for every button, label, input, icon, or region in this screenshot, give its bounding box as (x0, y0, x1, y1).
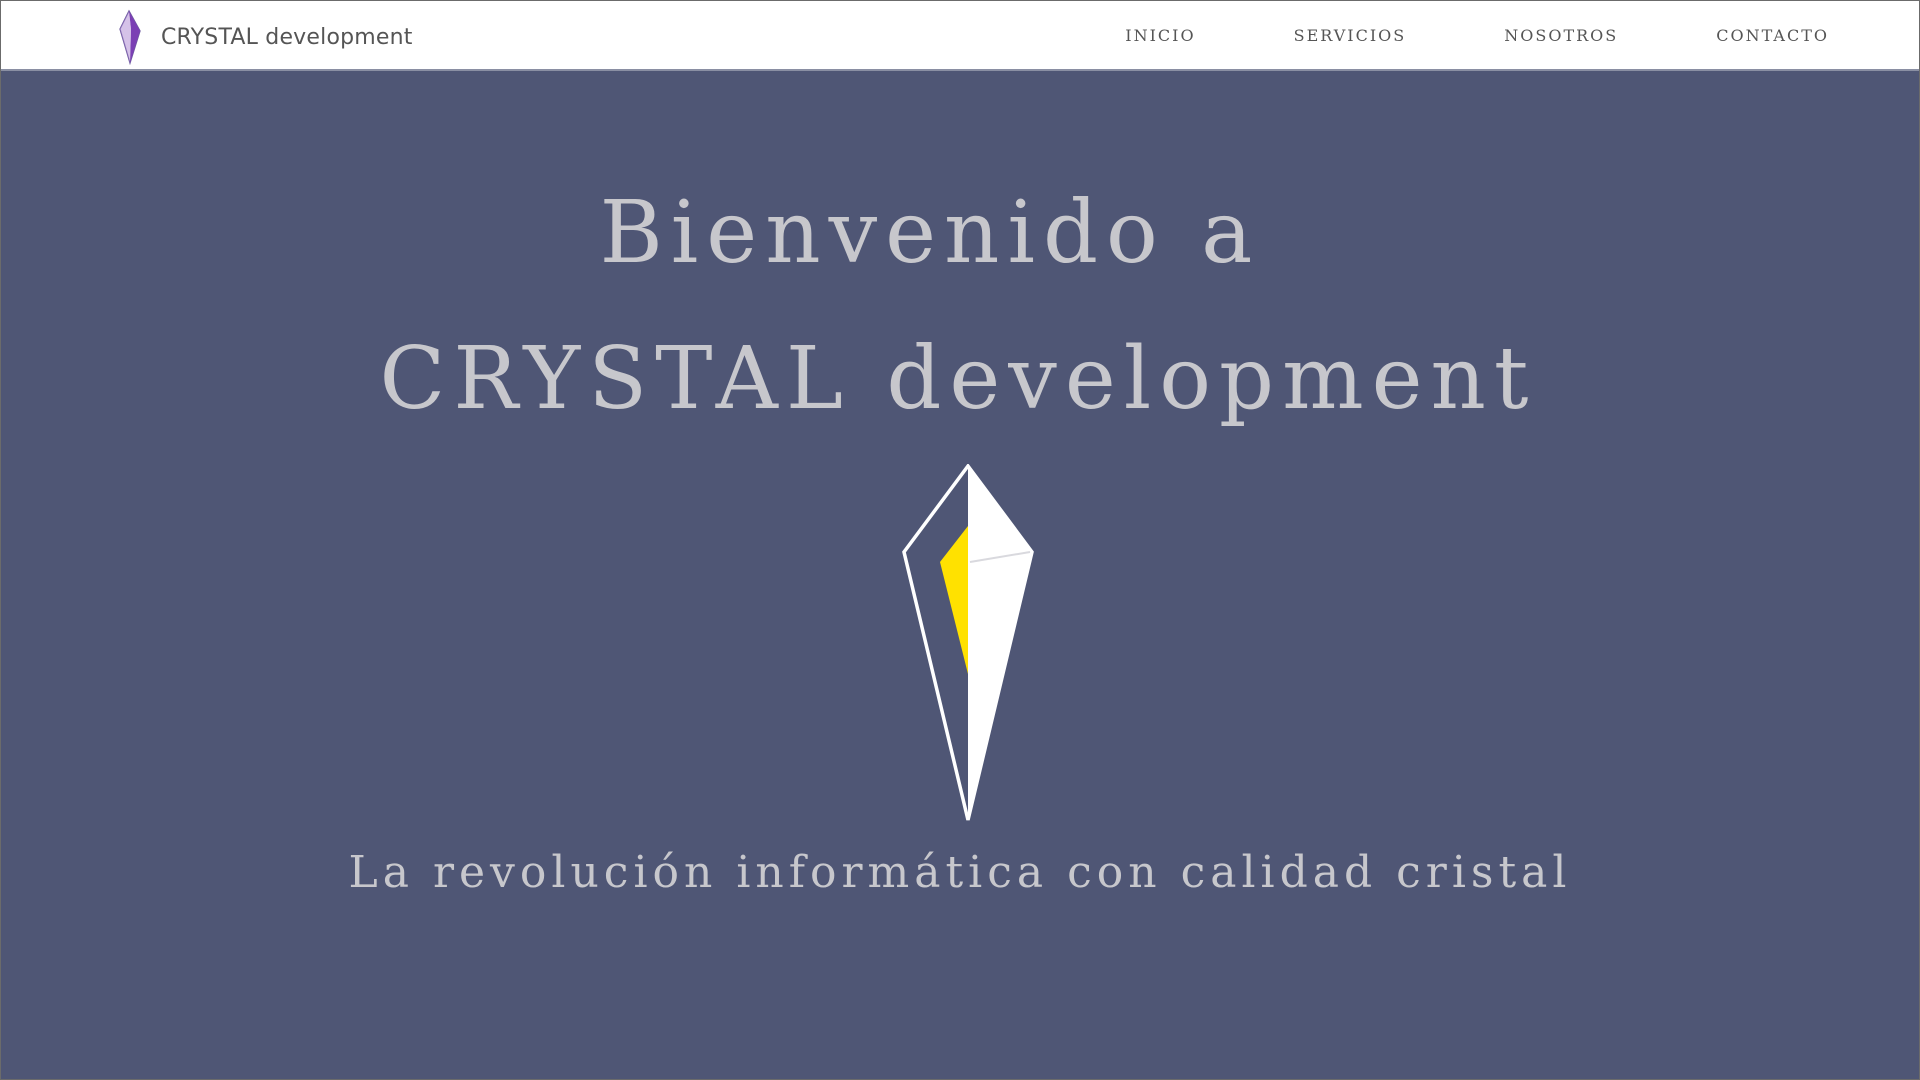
nav-item-nosotros[interactable]: NOSOTROS (1504, 26, 1618, 45)
nav-item-contacto[interactable]: CONTACTO (1716, 26, 1829, 45)
nav-item-inicio[interactable]: INICIO (1125, 26, 1195, 45)
brand-name: CRYSTAL development (161, 24, 413, 50)
crystal-icon (902, 464, 1034, 821)
nav-item-servicios[interactable]: SERVICIOS (1294, 26, 1407, 45)
main-nav: INICIO SERVICIOS NOSOTROS CONTACTO (1125, 1, 1829, 69)
hero-title-line2: CRYSTAL development (379, 329, 1537, 429)
hero-title-line1: Bienvenido a (599, 183, 1261, 283)
hero-tagline: La revolución informática con calidad cr… (348, 847, 1572, 898)
crystal-logo-icon (119, 9, 141, 65)
page: CRYSTAL development INICIO SERVICIOS NOS… (0, 0, 1920, 1080)
hero-section: Bienvenido a CRYSTAL development La revo… (1, 71, 1919, 1079)
brand-link[interactable]: CRYSTAL development (116, 9, 413, 65)
navbar: CRYSTAL development INICIO SERVICIOS NOS… (1, 1, 1919, 71)
